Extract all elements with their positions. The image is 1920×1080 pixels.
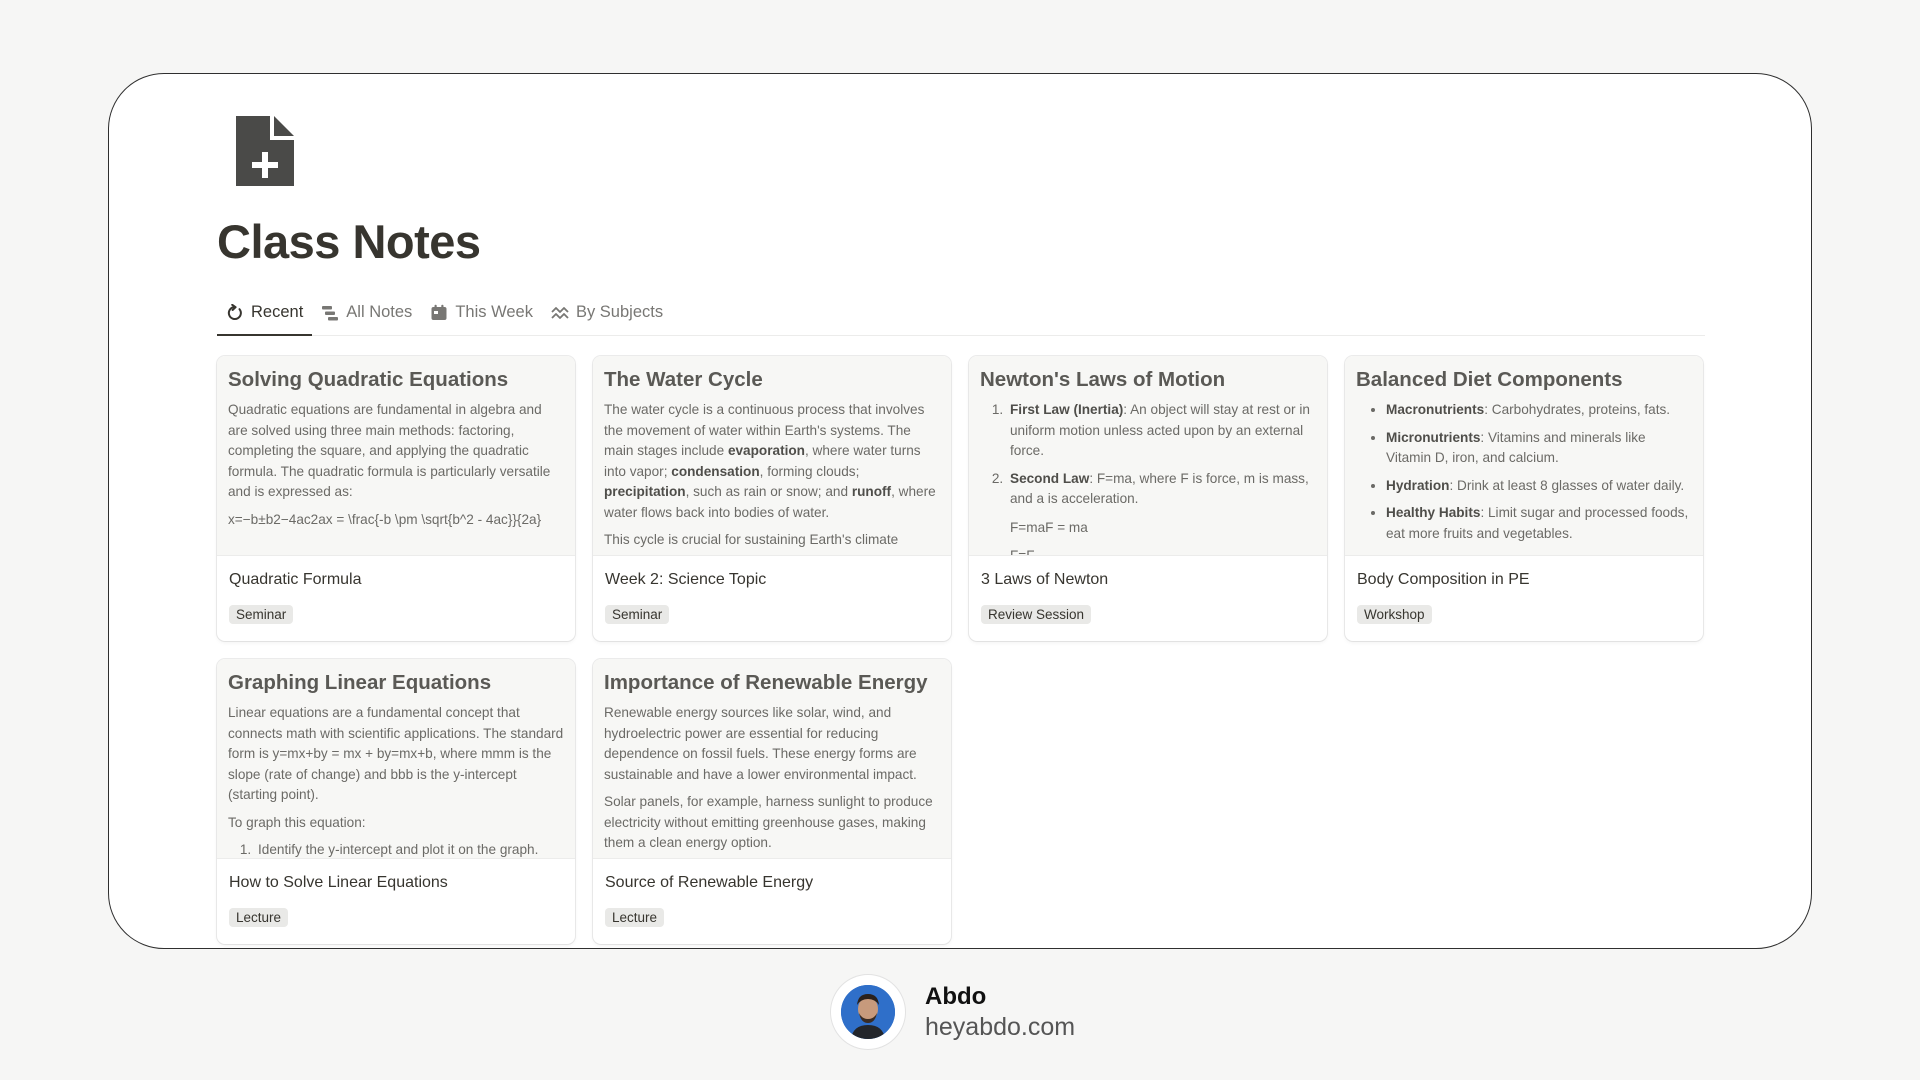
tab-label: By Subjects (575, 303, 664, 321)
text-run: , forming clouds; (759, 463, 860, 479)
author-name: Abdo (925, 982, 987, 1010)
session-tag: Lecture (229, 908, 289, 927)
card-preview: Graphing Linear Equations Linear equatio… (217, 659, 575, 859)
tab-label: All Notes (346, 303, 413, 321)
tab-label: Recent (251, 303, 304, 321)
avatar (831, 975, 905, 1049)
bold-text: precipitation (604, 484, 686, 499)
gallery-card[interactable]: Newton's Laws of Motion First Law (Inert… (969, 356, 1327, 641)
bold-text: Macronutrients (1386, 402, 1485, 417)
bold-text: Micronutrients (1386, 429, 1481, 445)
author-footer: Abdo heyabdo.com (831, 975, 1075, 1049)
bold-text: First Law (Inertia) (1010, 402, 1124, 417)
preview-formula: F=maF = ma (1010, 519, 1088, 535)
preview-text: Quadratic equations are fundamental in a… (228, 402, 551, 499)
bold-text: Healthy Habits (1386, 505, 1481, 520)
card-preview: The Water Cycle The water cycle is a con… (593, 356, 951, 556)
gallery-card[interactable]: Balanced Diet Components Macronutrients:… (1345, 356, 1703, 641)
list-item: Healthy Habits: Limit sugar and processe… (1386, 503, 1692, 544)
session-tag: Seminar (229, 605, 294, 624)
session-tag: Lecture (605, 908, 665, 927)
tab-this-week[interactable]: This Week (421, 303, 542, 335)
preview-text: Linear equations are a fundamental conce… (228, 705, 564, 802)
bold-text: Hydration (1386, 477, 1450, 493)
preview-formula: F=F (1010, 548, 1035, 556)
refresh-icon (227, 303, 242, 320)
preview-text: The water cycle is a continuous process … (604, 400, 940, 523)
card-preview: Importance of Renewable Energy Renewable… (593, 659, 951, 859)
gallery-grid: Solving Quadratic Equations Quadratic eq… (217, 356, 1705, 944)
card-preview: Solving Quadratic Equations Quadratic eq… (217, 356, 575, 556)
tab-recent[interactable]: Recent (217, 303, 313, 336)
preview-formula: x=−b±b2−4ac2ax = \frac{-b \pm \sqrt{b^2 … (228, 511, 542, 527)
new-document-icon[interactable] (236, 116, 294, 186)
view-tabs: Recent All Notes This Week By Subjects (217, 299, 1705, 336)
card-preview: Balanced Diet Components Macronutrients:… (1345, 356, 1703, 556)
preview-title: Graphing Linear Equations (228, 671, 492, 694)
session-tag: Seminar (605, 605, 670, 624)
numbered-list: First Law (Inertia): An object will stay… (980, 400, 1316, 556)
page-content: Class Notes Recent All Notes This Week B… (217, 116, 1705, 944)
person-icon (841, 985, 895, 1039)
card-title: Quadratic Formula (229, 571, 362, 588)
text-run: : Carbohydrates, proteins, fats. (1484, 402, 1671, 417)
preview-title: Newton's Laws of Motion (980, 368, 1226, 391)
card-preview: Newton's Laws of Motion First Law (Inert… (969, 356, 1327, 556)
session-tag: Workshop (1357, 605, 1432, 624)
preview-text: Renewable energy sources like solar, win… (604, 705, 917, 782)
text-run: : Drink at least 8 glasses of water dail… (1449, 477, 1685, 493)
preview-title: Importance of Renewable Energy (604, 671, 928, 694)
notion-page-frame: Class Notes Recent All Notes This Week B… (108, 73, 1812, 949)
waves-icon (551, 306, 569, 319)
tab-label: This Week (455, 303, 533, 321)
bulleted-list: Macronutrients: Carbohydrates, proteins,… (1356, 400, 1692, 544)
bold-text: Second Law (1010, 470, 1090, 486)
preview-title: The Water Cycle (604, 368, 763, 391)
gallery-card[interactable]: Solving Quadratic Equations Quadratic eq… (217, 356, 575, 641)
calendar-icon (431, 304, 447, 320)
list-item: Hydration: Drink at least 8 glasses of w… (1386, 476, 1692, 497)
page-title: Class Notes (217, 215, 481, 268)
card-title: Week 2: Science Topic (605, 571, 767, 588)
text-run: , such as rain or snow; and (685, 484, 852, 499)
author-website[interactable]: heyabdo.com (925, 1013, 1075, 1042)
list-item: Micronutrients: Vitamins and minerals li… (1386, 428, 1692, 469)
gallery-card[interactable]: Graphing Linear Equations Linear equatio… (217, 659, 575, 944)
avatar-photo (841, 985, 895, 1039)
list-item: Identify the y-intercept and plot it on … (255, 840, 564, 858)
card-title: Source of Renewable Energy (605, 874, 814, 891)
numbered-list: Identify the y-intercept and plot it on … (228, 840, 564, 858)
preview-title: Solving Quadratic Equations (228, 368, 509, 391)
list-item: Second Law: F=ma, where F is force, m is… (1007, 469, 1316, 556)
tab-by-subjects[interactable]: By Subjects (542, 303, 672, 335)
bold-text: condensation (671, 463, 760, 479)
list-item: First Law (Inertia): An object will stay… (1007, 400, 1316, 462)
list-icon (322, 305, 339, 320)
gallery-card[interactable]: Importance of Renewable Energy Renewable… (593, 659, 951, 944)
session-tag: Review Session (981, 605, 1092, 624)
preview-title: Balanced Diet Components (1356, 368, 1623, 391)
preview-text: To graph this equation: (228, 814, 366, 830)
list-item: Macronutrients: Carbohydrates, proteins,… (1386, 400, 1692, 421)
bold-text: runoff (851, 484, 892, 499)
preview-text: This cycle is crucial for sustaining Ear… (604, 532, 899, 547)
bold-text: evaporation (727, 443, 805, 458)
card-title: Body Composition in PE (1357, 571, 1530, 588)
preview-text: Solar panels, for example, harness sunli… (604, 794, 933, 850)
card-title: 3 Laws of Newton (981, 571, 1109, 588)
card-title: How to Solve Linear Equations (229, 874, 448, 891)
gallery-card[interactable]: The Water Cycle The water cycle is a con… (593, 356, 951, 641)
tab-all-notes[interactable]: All Notes (312, 303, 421, 335)
